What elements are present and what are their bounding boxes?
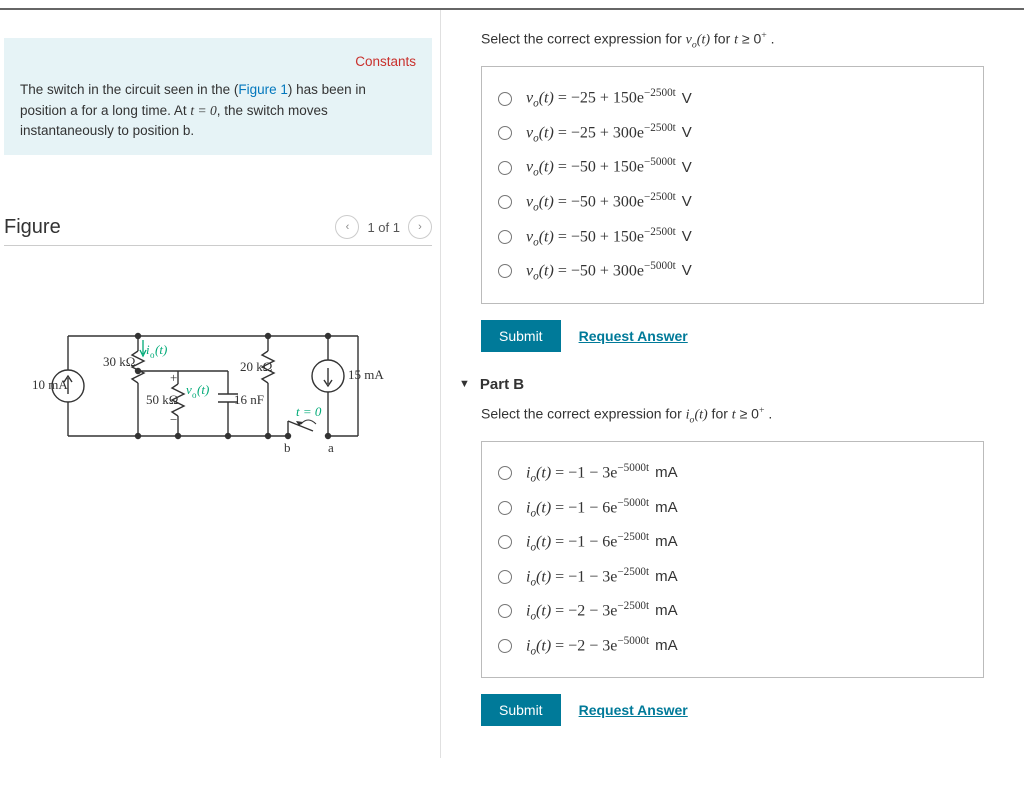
answer-radio[interactable] <box>498 92 512 106</box>
answer-radio[interactable] <box>498 535 512 549</box>
answer-option[interactable]: vo(t) = −25 + 150e−2500t V <box>498 81 967 116</box>
answer-option[interactable]: vo(t) = −50 + 150e−2500t V <box>498 220 967 255</box>
part-b-header[interactable]: ▼ Part B <box>459 376 984 393</box>
answer-expression: vo(t) = −50 + 300e−5000t V <box>526 260 692 283</box>
svg-text:10 mA: 10 mA <box>32 377 68 392</box>
answer-option[interactable]: io(t) = −1 − 6e−5000t mA <box>498 491 967 526</box>
svg-text:16 nF: 16 nF <box>234 392 264 407</box>
answer-expression: io(t) = −1 − 3e−5000t mA <box>526 462 678 485</box>
svg-text:(t): (t) <box>197 382 209 397</box>
constants-link[interactable]: Constants <box>20 52 416 72</box>
part-a-request-answer-link[interactable]: Request Answer <box>579 328 688 344</box>
part-b-request-answer-link[interactable]: Request Answer <box>579 702 688 718</box>
answer-radio[interactable] <box>498 264 512 278</box>
answer-option[interactable]: vo(t) = −50 + 300e−5000t V <box>498 254 967 289</box>
answer-radio[interactable] <box>498 570 512 584</box>
answer-radio[interactable] <box>498 604 512 618</box>
svg-text:a: a <box>328 440 334 455</box>
part-a-submit-button[interactable]: Submit <box>481 320 561 352</box>
part-a-options: vo(t) = −25 + 150e−2500t V vo(t) = −25 + … <box>481 66 984 303</box>
answer-expression: vo(t) = −25 + 150e−2500t V <box>526 87 692 110</box>
collapse-icon: ▼ <box>459 378 470 390</box>
answer-expression: io(t) = −1 − 6e−2500t mA <box>526 531 678 554</box>
answer-expression: io(t) = −1 − 3e−2500t mA <box>526 566 678 589</box>
svg-text:30 kΩ: 30 kΩ <box>103 354 135 369</box>
answer-expression: io(t) = −2 − 3e−5000t mA <box>526 635 678 658</box>
svg-text:t = 0: t = 0 <box>296 404 322 419</box>
pager-prev-button[interactable]: ‹ <box>335 215 359 239</box>
answer-radio[interactable] <box>498 195 512 209</box>
problem-statement-box: Constants The switch in the circuit seen… <box>4 38 432 155</box>
circuit-figure: 10 mA 30 kΩ 50 kΩ 20 kΩ 16 nF 15 mA i o … <box>4 276 432 476</box>
problem-text: The switch in the circuit seen in the (F… <box>20 82 366 138</box>
answer-option[interactable]: vo(t) = −50 + 150e−5000t V <box>498 150 967 185</box>
answer-radio[interactable] <box>498 126 512 140</box>
svg-text:+: + <box>170 370 177 385</box>
svg-text:20 kΩ: 20 kΩ <box>240 359 272 374</box>
answer-expression: vo(t) = −50 + 150e−5000t V <box>526 156 692 179</box>
answer-option[interactable]: io(t) = −1 − 3e−5000t mA <box>498 456 967 491</box>
figure-title: Figure <box>4 216 61 239</box>
answer-radio[interactable] <box>498 230 512 244</box>
answer-expression: vo(t) = −50 + 300e−2500t V <box>526 191 692 214</box>
answer-radio[interactable] <box>498 466 512 480</box>
answer-expression: vo(t) = −50 + 150e−2500t V <box>526 226 692 249</box>
pager-next-button[interactable]: › <box>408 215 432 239</box>
part-b-options: io(t) = −1 − 3e−5000t mA io(t) = −1 − 6e−… <box>481 441 984 678</box>
answer-expression: io(t) = −2 − 3e−2500t mA <box>526 600 678 623</box>
answer-option[interactable]: io(t) = −1 − 3e−2500t mA <box>498 560 967 595</box>
answer-radio[interactable] <box>498 639 512 653</box>
answer-option[interactable]: io(t) = −1 − 6e−2500t mA <box>498 525 967 560</box>
part-a-prompt: Select the correct expression for vo(t) … <box>481 30 984 50</box>
svg-text:(t): (t) <box>155 342 167 357</box>
svg-text:−: − <box>170 412 177 427</box>
answer-expression: io(t) = −1 − 6e−5000t mA <box>526 497 678 520</box>
answer-expression: vo(t) = −25 + 300e−2500t V <box>526 122 692 145</box>
svg-text:15 mA: 15 mA <box>348 367 384 382</box>
svg-text:b: b <box>284 440 291 455</box>
svg-text:50 kΩ: 50 kΩ <box>146 392 178 407</box>
answer-option[interactable]: io(t) = −2 − 3e−2500t mA <box>498 594 967 629</box>
figure-link[interactable]: Figure 1 <box>238 82 288 97</box>
answer-option[interactable]: io(t) = −2 − 3e−5000t mA <box>498 629 967 664</box>
answer-option[interactable]: vo(t) = −25 + 300e−2500t V <box>498 116 967 151</box>
answer-radio[interactable] <box>498 161 512 175</box>
part-b-prompt: Select the correct expression for io(t) … <box>481 405 984 425</box>
answer-radio[interactable] <box>498 501 512 515</box>
part-b-submit-button[interactable]: Submit <box>481 694 561 726</box>
figure-pager: ‹ 1 of 1 › <box>335 215 432 239</box>
pager-text: 1 of 1 <box>367 220 400 235</box>
answer-option[interactable]: vo(t) = −50 + 300e−2500t V <box>498 185 967 220</box>
